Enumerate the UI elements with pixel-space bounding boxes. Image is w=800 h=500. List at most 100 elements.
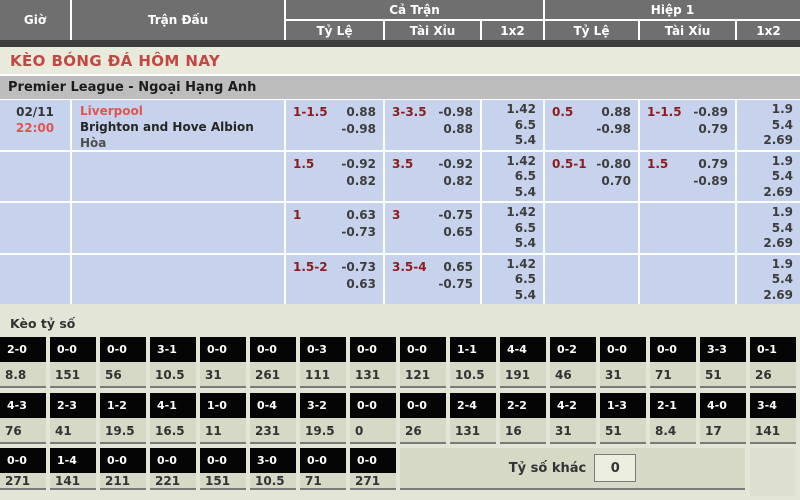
score-bet-cell[interactable]: 3-351 — [700, 337, 750, 388]
h1-over-under-odds-bottom[interactable]: 0.79 — [698, 121, 728, 138]
score-bet-cell[interactable]: 0-0151 — [200, 448, 250, 496]
score-odds[interactable]: 0 — [350, 418, 396, 444]
score-odds[interactable]: 51 — [600, 418, 646, 444]
score-bet-cell[interactable]: 4-376 — [0, 393, 50, 444]
score-bet-cell[interactable]: 3-110.5 — [150, 337, 200, 388]
h1-handicap-cell[interactable] — [545, 203, 638, 253]
score-bet-cell[interactable]: 0-0211 — [100, 448, 150, 496]
ft-handicap-cell[interactable]: 1.5-2-0.73 0.63 — [286, 255, 383, 305]
score-odds[interactable]: 11 — [200, 418, 246, 444]
away-team[interactable]: Brighton and Hove Albion — [80, 119, 284, 135]
ft-1x2-cell[interactable]: 1.42 6.5 5.4 — [482, 255, 543, 305]
h1-handicap-cell[interactable]: 0.50.88 -0.98 — [545, 100, 638, 150]
score-odds[interactable]: 261 — [250, 362, 296, 388]
ft-1x2-cell[interactable]: 1.42 6.5 5.4 — [482, 203, 543, 253]
ft-handicap-odds-top[interactable]: 0.88 — [346, 104, 376, 121]
score-bet-cell[interactable]: 0-246 — [550, 337, 600, 388]
h1-over-under-odds-top[interactable]: 0.79 — [698, 156, 728, 173]
score-odds[interactable]: 211 — [100, 473, 146, 490]
score-odds[interactable]: 16 — [500, 418, 546, 444]
score-odds[interactable]: 41 — [50, 418, 96, 444]
h1-1x2-away[interactable]: 2.69 — [737, 185, 793, 201]
score-bet-cell[interactable]: 0-0151 — [50, 337, 100, 388]
score-odds[interactable]: 19.5 — [100, 418, 146, 444]
score-bet-cell[interactable]: 4-231 — [550, 393, 600, 444]
ft-1x2-home[interactable]: 1.42 — [482, 205, 536, 221]
h1-1x2-draw[interactable]: 5.4 — [737, 221, 793, 237]
ft-over-under-cell[interactable]: 3-3.5-0.98 0.88 — [385, 100, 480, 150]
ft-over-under-odds-top[interactable]: -0.92 — [438, 156, 473, 173]
h1-1x2-cell[interactable]: 1.9 5.4 2.69 — [737, 100, 800, 150]
ft-handicap-odds-top[interactable]: -0.92 — [341, 156, 376, 173]
score-bet-cell[interactable]: 0-0271 — [350, 448, 400, 496]
ft-over-under-odds-bottom[interactable]: 0.65 — [443, 224, 473, 241]
h1-1x2-away[interactable]: 2.69 — [737, 133, 793, 149]
score-odds[interactable]: 56 — [100, 362, 146, 388]
ft-1x2-away[interactable]: 5.4 — [482, 236, 536, 252]
score-bet-cell[interactable]: 3-219.5 — [300, 393, 350, 444]
score-odds[interactable]: 26 — [750, 362, 796, 388]
h1-1x2-home[interactable]: 1.9 — [737, 205, 793, 221]
h1-handicap-odds-top[interactable]: 0.88 — [601, 104, 631, 121]
ft-handicap-cell[interactable]: 10.63 -0.73 — [286, 203, 383, 253]
score-odds[interactable]: 141 — [50, 473, 96, 490]
score-bet-cell[interactable]: 0-0261 — [250, 337, 300, 388]
ft-over-under-cell[interactable]: 3.5-0.92 0.82 — [385, 152, 480, 202]
h1-1x2-away[interactable]: 2.69 — [737, 288, 793, 304]
ft-1x2-cell[interactable]: 1.42 6.5 5.4 — [482, 152, 543, 202]
h1-over-under-cell[interactable]: 1.50.79 -0.89 — [640, 152, 735, 202]
h1-handicap-odds-bottom[interactable]: -0.98 — [596, 121, 631, 138]
score-bet-cell[interactable]: 1-110.5 — [450, 337, 500, 388]
score-bet-cell[interactable]: 0-071 — [300, 448, 350, 496]
score-bet-cell[interactable]: 0-126 — [750, 337, 800, 388]
score-odds[interactable]: 16.5 — [150, 418, 196, 444]
h1-over-under-cell[interactable]: 1-1.5-0.89 0.79 — [640, 100, 735, 150]
ft-over-under-odds-top[interactable]: 0.65 — [443, 259, 473, 276]
h1-1x2-home[interactable]: 1.9 — [737, 257, 793, 273]
h1-handicap-cell[interactable]: 0.5-1-0.80 0.70 — [545, 152, 638, 202]
score-bet-cell[interactable]: 1-219.5 — [100, 393, 150, 444]
score-bet-cell[interactable]: 2-18.4 — [650, 393, 700, 444]
h1-1x2-draw[interactable]: 5.4 — [737, 272, 793, 288]
score-odds[interactable]: 26 — [400, 418, 446, 444]
ft-over-under-odds-top[interactable]: -0.75 — [438, 207, 473, 224]
ft-1x2-away[interactable]: 5.4 — [482, 288, 536, 304]
score-bet-cell[interactable]: 0-026 — [400, 393, 450, 444]
ft-handicap-odds-bottom[interactable]: 0.63 — [346, 276, 376, 293]
ft-handicap-cell[interactable]: 1.5-0.92 0.82 — [286, 152, 383, 202]
score-odds[interactable]: 8.4 — [650, 418, 696, 444]
score-odds[interactable]: 271 — [0, 473, 46, 490]
ft-over-under-odds-bottom[interactable]: -0.75 — [438, 276, 473, 293]
h1-1x2-away[interactable]: 2.69 — [737, 236, 793, 252]
score-odds[interactable]: 131 — [450, 418, 496, 444]
other-score-odds-box[interactable]: 0 — [594, 454, 636, 482]
h1-1x2-cell[interactable]: 1.9 5.4 2.69 — [737, 152, 800, 202]
score-bet-cell[interactable]: 0-031 — [600, 337, 650, 388]
score-bet-cell[interactable]: 2-216 — [500, 393, 550, 444]
score-odds[interactable]: 231 — [250, 418, 296, 444]
score-odds[interactable]: 121 — [400, 362, 446, 388]
score-bet-cell[interactable]: 4-4191 — [500, 337, 550, 388]
score-bet-cell[interactable]: 2-341 — [50, 393, 100, 444]
score-odds[interactable]: 19.5 — [300, 418, 346, 444]
score-odds[interactable]: 10.5 — [250, 473, 296, 490]
score-odds[interactable]: 17 — [700, 418, 746, 444]
score-odds[interactable]: 46 — [550, 362, 596, 388]
score-odds[interactable]: 31 — [550, 418, 596, 444]
h1-over-under-cell[interactable] — [640, 203, 735, 253]
score-odds[interactable]: 271 — [350, 473, 396, 490]
score-bet-cell[interactable]: 0-056 — [100, 337, 150, 388]
ft-1x2-home[interactable]: 1.42 — [482, 154, 536, 170]
score-odds[interactable]: 31 — [600, 362, 646, 388]
ft-1x2-draw[interactable]: 6.5 — [482, 272, 536, 288]
home-team[interactable]: Liverpool — [80, 103, 284, 119]
score-odds[interactable]: 141 — [750, 418, 796, 444]
score-odds[interactable]: 71 — [300, 473, 346, 490]
ft-1x2-cell[interactable]: 1.42 6.5 5.4 — [482, 100, 543, 150]
score-odds[interactable]: 151 — [50, 362, 96, 388]
score-odds[interactable]: 51 — [700, 362, 746, 388]
score-bet-cell[interactable]: 0-071 — [650, 337, 700, 388]
score-odds[interactable]: 131 — [350, 362, 396, 388]
score-odds[interactable]: 191 — [500, 362, 546, 388]
h1-1x2-cell[interactable]: 1.9 5.4 2.69 — [737, 203, 800, 253]
